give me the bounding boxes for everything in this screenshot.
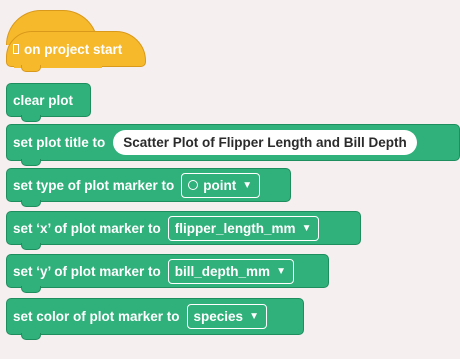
block-notch — [21, 115, 41, 122]
block-notch — [21, 333, 41, 340]
caret-down-icon: ▼ — [242, 179, 253, 191]
set-x-marker-label: set ‘x’ of plot marker to — [13, 220, 161, 236]
x-marker-value: flipper_length_mm — [174, 220, 296, 236]
block-notch — [21, 159, 41, 166]
marker-color-dropdown[interactable]: species ▼ — [186, 304, 267, 329]
set-y-marker-block[interactable]: set ‘y’ of plot marker to bill_depth_mm … — [6, 254, 329, 293]
marker-color-value: species — [193, 309, 244, 324]
set-plot-title-label: set plot title to — [13, 135, 106, 150]
y-marker-dropdown[interactable]: bill_depth_mm ▼ — [167, 258, 294, 284]
block-notch — [21, 200, 41, 207]
set-x-marker-block[interactable]: set ‘x’ of plot marker to flipper_length… — [6, 211, 361, 250]
set-marker-color-label: set color of plot marker to — [13, 309, 180, 324]
set-marker-type-block[interactable]: set type of plot marker to point ▼ — [6, 168, 291, 207]
clear-plot-label: clear plot — [13, 92, 74, 108]
block-notch — [21, 65, 41, 72]
caret-down-icon: ▼ — [301, 222, 312, 234]
y-marker-value: bill_depth_mm — [174, 263, 271, 279]
caret-down-icon: ▼ — [276, 265, 286, 277]
set-marker-type-label: set type of plot marker to — [13, 177, 175, 193]
set-plot-title-block[interactable]: set plot title to Scatter Plot of Flippe… — [6, 124, 460, 166]
set-marker-color-block[interactable]: set color of plot marker to species ▼ — [6, 298, 304, 340]
clear-plot-block[interactable]: clear plot — [6, 83, 91, 122]
block-notch — [21, 243, 41, 250]
marker-type-value: point — [203, 177, 237, 193]
flag-icon — [13, 44, 19, 54]
on-project-start-block[interactable]: on project start — [6, 10, 146, 72]
set-y-marker-label: set ‘y’ of plot marker to — [13, 263, 161, 279]
caret-down-icon: ▼ — [249, 311, 259, 322]
x-marker-dropdown[interactable]: flipper_length_mm ▼ — [167, 215, 320, 241]
plot-title-input[interactable]: Scatter Plot of Flipper Length and Bill … — [113, 130, 417, 155]
block-notch — [21, 286, 41, 293]
hat-block-label: on project start — [24, 41, 123, 57]
marker-type-dropdown[interactable]: point ▼ — [181, 172, 261, 198]
circle-icon — [188, 180, 199, 190]
